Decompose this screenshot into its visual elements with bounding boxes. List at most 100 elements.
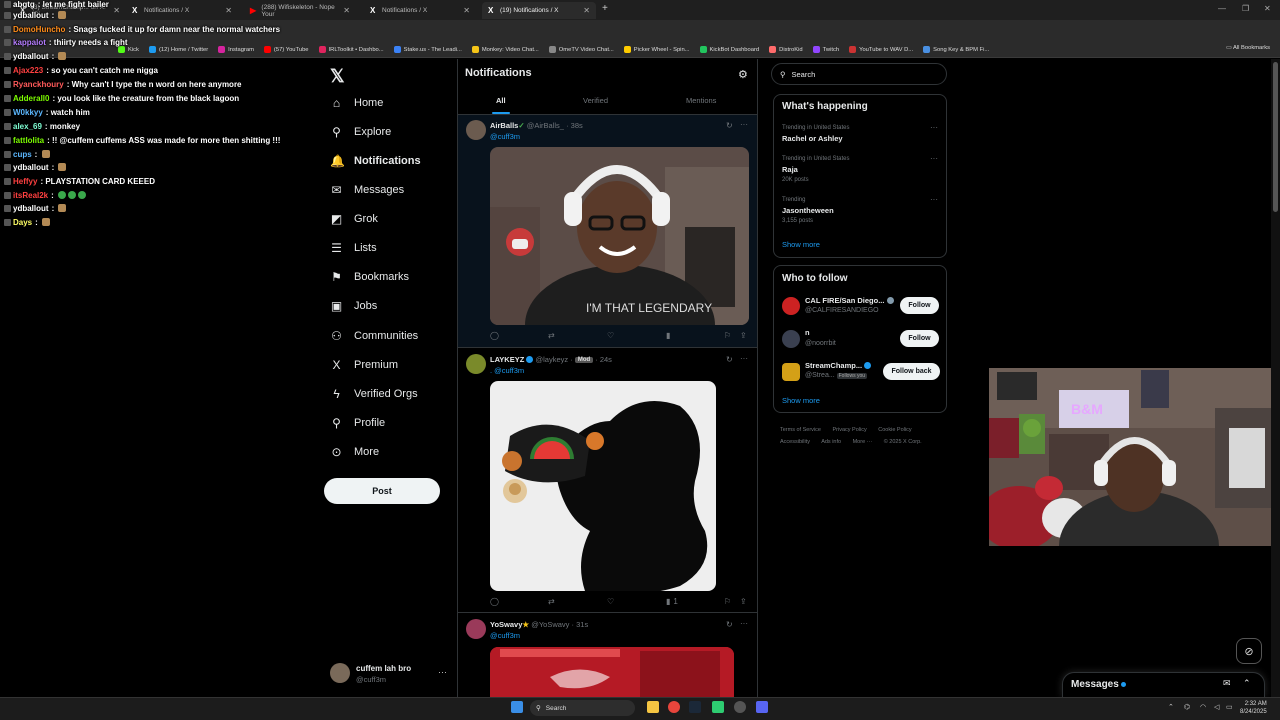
- like-icon[interactable]: ♡: [607, 597, 614, 606]
- trend-item[interactable]: Raja: [782, 165, 798, 174]
- tab-mentions[interactable]: Mentions: [686, 96, 716, 105]
- post-reply-mention[interactable]: @cuff3m: [490, 132, 520, 141]
- repost-icon[interactable]: ⇄: [548, 597, 555, 606]
- chat-username[interactable]: Days: [13, 218, 32, 227]
- scrollbar-thumb[interactable]: [1273, 62, 1278, 212]
- grok-icon[interactable]: ↻: [726, 620, 733, 629]
- file-explorer-icon[interactable]: [647, 701, 659, 713]
- follow-button[interactable]: Follow: [900, 330, 939, 347]
- repost-icon[interactable]: ⇄: [548, 331, 555, 340]
- chat-username[interactable]: alex_69: [13, 122, 42, 131]
- network-icon[interactable]: ⌬: [1184, 703, 1190, 711]
- bookmark-item[interactable]: IRLToolkit • Dashbo...: [318, 46, 384, 53]
- compose-message-icon[interactable]: ✉: [1223, 678, 1231, 689]
- sidebar-item-jobs[interactable]: ▣ Jobs: [330, 299, 377, 313]
- bookmark-item[interactable]: Stake.us - The Leadi...: [393, 46, 462, 53]
- trend-item[interactable]: Jasontheween: [782, 206, 834, 215]
- chat-username[interactable]: abgtg: [13, 0, 35, 9]
- share-icon[interactable]: ⇪: [740, 597, 747, 606]
- like-icon[interactable]: ♡: [607, 331, 614, 340]
- post-video[interactable]: I'M THAT LEGENDARY: [490, 147, 749, 325]
- chevron-up-icon[interactable]: ⌃: [1168, 703, 1174, 711]
- chat-username[interactable]: cups: [13, 150, 32, 159]
- start-menu-icon[interactable]: [511, 701, 523, 713]
- avatar[interactable]: [782, 297, 800, 315]
- bookmark-item[interactable]: OmeTV Video Chat...: [548, 46, 614, 53]
- bookmark-item[interactable]: (57) YouTube: [263, 46, 309, 53]
- close-tab-icon[interactable]: ✕: [463, 6, 470, 15]
- bookmark-item[interactable]: Monkey: Video Chat...: [471, 46, 539, 53]
- new-tab-button[interactable]: +: [602, 3, 608, 14]
- steam-icon[interactable]: [689, 701, 701, 713]
- suggestion-name[interactable]: n: [805, 328, 810, 337]
- chat-username[interactable]: DomoHuncho: [13, 25, 65, 34]
- suggestion-name[interactable]: CAL FIRE/San Diego...: [805, 296, 884, 305]
- app-icon[interactable]: [712, 701, 724, 713]
- footer-link[interactable]: More ···: [853, 439, 873, 445]
- bookmark-item[interactable]: Instagram: [218, 46, 254, 53]
- show-more-link[interactable]: Show more: [782, 396, 820, 405]
- bookmark-item[interactable]: Kick: [118, 46, 139, 53]
- sidebar-item-notifications[interactable]: 🔔 Notifications: [330, 154, 421, 168]
- sidebar-item-home[interactable]: ⌂ Home: [330, 96, 383, 110]
- more-dots-icon[interactable]: ···: [438, 667, 447, 677]
- close-window-icon[interactable]: ✕: [1264, 4, 1271, 13]
- chat-username[interactable]: Heffyy: [13, 177, 37, 186]
- bookmark-item[interactable]: Twitch: [812, 46, 839, 53]
- more-dots-icon[interactable]: ···: [740, 120, 748, 129]
- footer-link[interactable]: Accessibility: [780, 439, 810, 445]
- messages-drawer[interactable]: Messages ✉ ⌃: [1062, 672, 1265, 697]
- chat-username[interactable]: kappalot: [13, 38, 46, 47]
- chevron-up-icon[interactable]: ⌃: [1243, 678, 1251, 689]
- chat-username[interactable]: ydballout: [13, 204, 49, 213]
- bookmark-icon[interactable]: ⚐: [724, 331, 731, 340]
- reply-icon[interactable]: ◯: [490, 331, 499, 340]
- chat-username[interactable]: ydballout: [13, 11, 49, 20]
- chat-username[interactable]: ydballout: [13, 52, 49, 61]
- bookmark-item[interactable]: KickBot Dashboard: [699, 46, 759, 53]
- post-author-handle[interactable]: @AirBalls_: [527, 121, 564, 130]
- suggestion-name[interactable]: StreamChamp...: [805, 361, 862, 370]
- sidebar-item-messages[interactable]: ✉ Messages: [330, 183, 404, 197]
- discord-icon[interactable]: [756, 701, 768, 713]
- minimize-icon[interactable]: —: [1218, 4, 1226, 13]
- chat-username[interactable]: itsReal2k: [13, 191, 48, 200]
- sidebar-item-explore[interactable]: ⚲ Explore: [330, 125, 391, 139]
- follow-button[interactable]: Follow: [900, 297, 939, 314]
- chat-username[interactable]: Ajax223: [13, 66, 43, 75]
- footer-link[interactable]: Privacy Policy: [833, 427, 867, 433]
- browser-tab[interactable]: X Notifications / X ✕: [126, 2, 238, 19]
- post[interactable]: AirBalls✓ @AirBalls_ · 38s @cuff3m ↻ ···…: [458, 115, 757, 348]
- more-dots-icon[interactable]: ···: [930, 154, 938, 163]
- sidebar-item-verified-orgs[interactable]: ϟ Verified Orgs: [330, 387, 417, 401]
- more-dots-icon[interactable]: ···: [930, 195, 938, 204]
- tab-verified[interactable]: Verified: [583, 96, 608, 105]
- sidebar-item-grok[interactable]: ◩ Grok: [330, 212, 378, 226]
- bookmark-item[interactable]: YouTube to WAV D...: [849, 46, 913, 53]
- browser-tab[interactable]: ▶ (288) Wifiskeleton - Nope Your ✕: [244, 2, 356, 19]
- footer-link[interactable]: Ads info: [821, 439, 841, 445]
- close-tab-icon[interactable]: ✕: [583, 6, 590, 15]
- follow-back-button[interactable]: Follow back: [883, 363, 940, 380]
- post-author-name[interactable]: YoSwavy: [490, 620, 522, 629]
- obs-icon[interactable]: [734, 701, 746, 713]
- restore-icon[interactable]: ❐: [1242, 4, 1249, 13]
- show-more-link[interactable]: Show more: [782, 240, 820, 249]
- post[interactable]: LAYKEYZ @laykeyz · Mod · 24s . @cuff3m ↻…: [458, 348, 757, 613]
- grok-icon[interactable]: ↻: [726, 355, 733, 364]
- battery-icon[interactable]: ▭: [1226, 703, 1233, 711]
- bookmark-icon[interactable]: ⚐: [724, 597, 731, 606]
- post-button[interactable]: Post: [324, 478, 440, 504]
- grok-icon[interactable]: ↻: [726, 121, 733, 130]
- post-reply-mention[interactable]: . @cuff3m: [490, 366, 524, 375]
- trend-item[interactable]: Rachel or Ashley: [782, 134, 843, 143]
- sidebar-item-more[interactable]: ⊙ More: [330, 445, 379, 459]
- avatar[interactable]: [782, 330, 800, 348]
- all-bookmarks-button[interactable]: ▭ All Bookmarks: [1226, 45, 1270, 51]
- bookmark-item[interactable]: DistroKid: [769, 46, 803, 53]
- post[interactable]: YoSwavy★ @YoSwavy · 31s @cuff3m ↻ ···: [458, 613, 757, 697]
- grok-icon[interactable]: ⊘: [1236, 638, 1262, 664]
- settings-gear-icon[interactable]: ⚙: [738, 68, 748, 81]
- tab-all[interactable]: All: [496, 96, 506, 105]
- close-tab-icon[interactable]: ✕: [343, 6, 350, 15]
